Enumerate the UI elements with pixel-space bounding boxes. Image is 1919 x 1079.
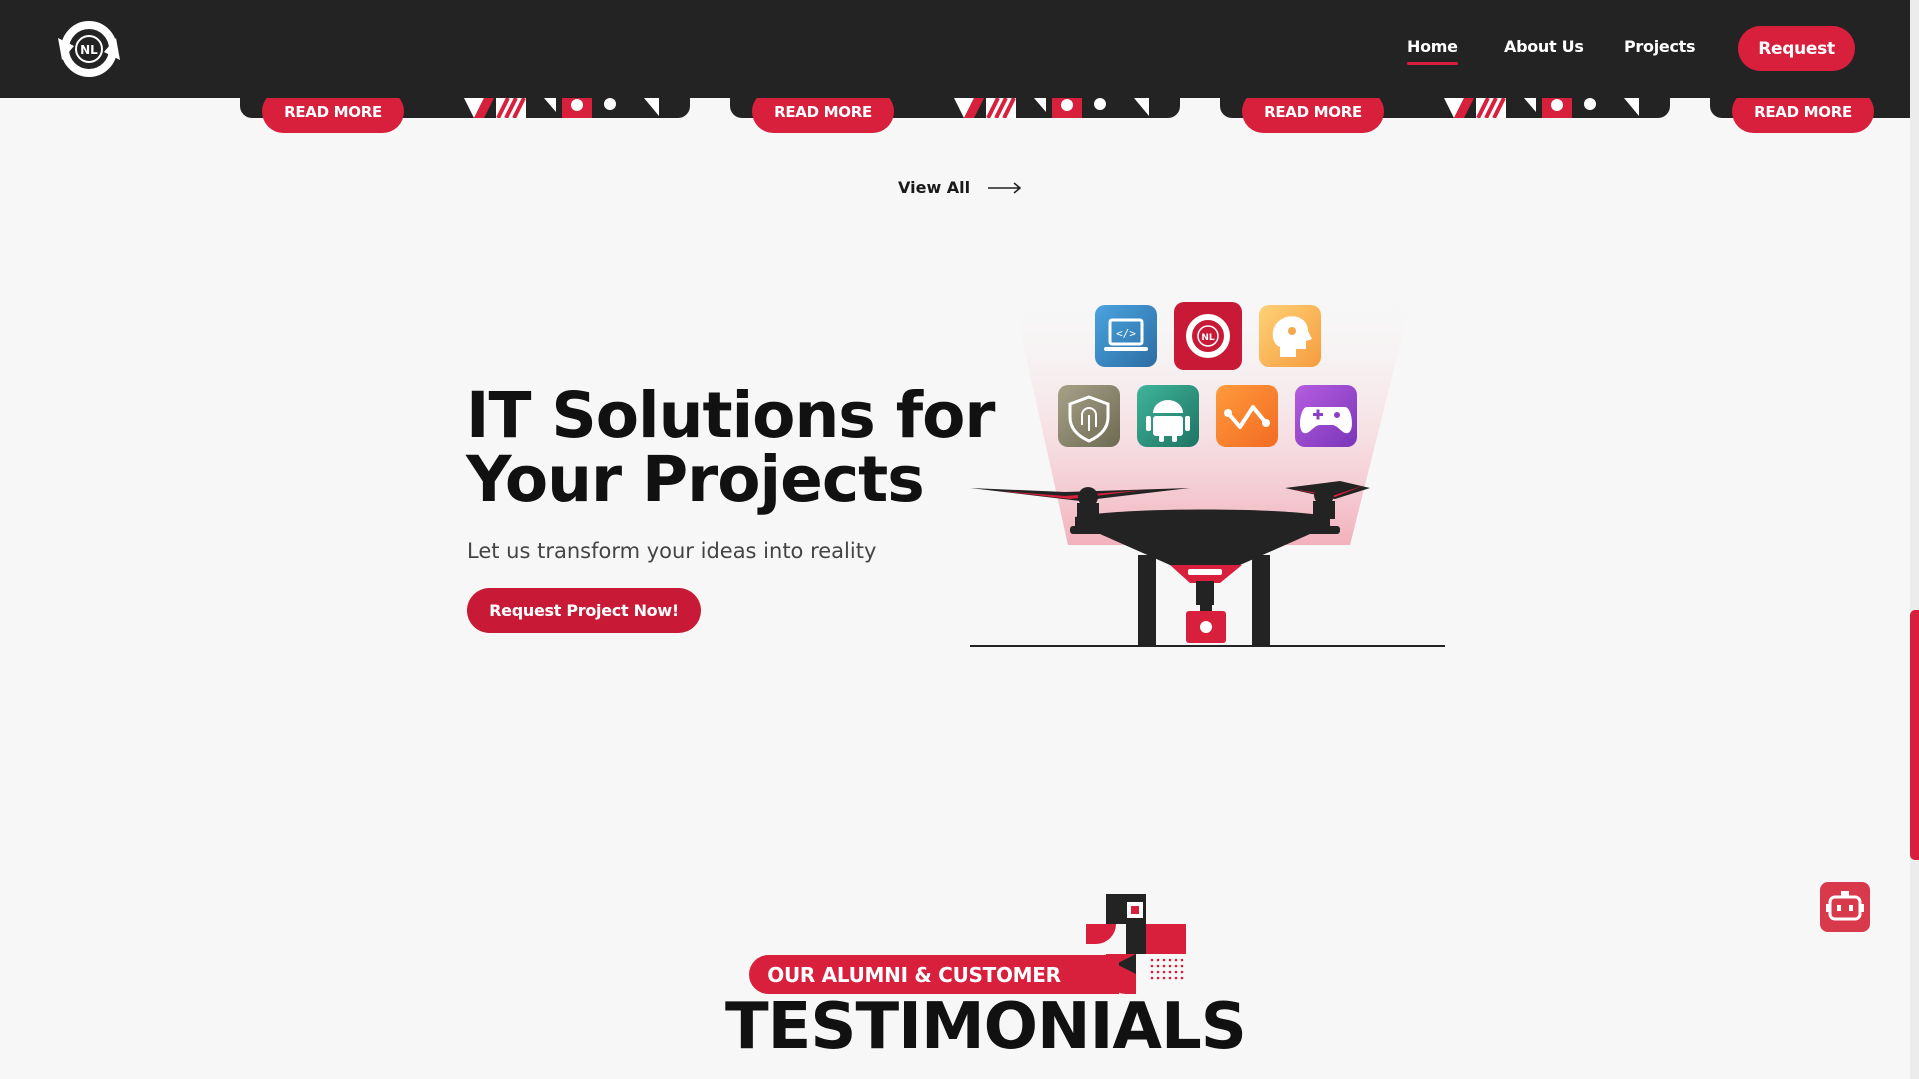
drone-illustration: </> NL xyxy=(970,285,1445,647)
hero-subtitle: Let us transform your ideas into reality xyxy=(467,539,877,563)
gamepad-icon xyxy=(1295,385,1357,447)
nl-logo-icon: NL xyxy=(1174,302,1242,370)
card-pattern-1 xyxy=(464,98,659,118)
testimonials-title: TESTIMONIALS xyxy=(725,990,1247,1064)
code-laptop-icon: </> xyxy=(1095,305,1157,367)
navbar: NL Home About Us Projects Request xyxy=(0,0,1919,98)
hero-title-line1: IT Solutions for xyxy=(466,379,995,452)
svg-text:NL: NL xyxy=(1201,333,1215,343)
hero-title: IT Solutions for Your Projects xyxy=(466,384,1026,512)
view-all-label: View All xyxy=(898,178,971,197)
view-all-link[interactable]: View All xyxy=(898,178,1022,197)
nav-home[interactable]: Home xyxy=(1407,37,1458,65)
nav-about-us[interactable]: About Us xyxy=(1504,37,1584,56)
chatbot-button[interactable] xyxy=(1820,882,1870,932)
request-button[interactable]: Request xyxy=(1738,26,1855,71)
android-icon xyxy=(1137,385,1199,447)
page-scrollbar-thumb[interactable] xyxy=(1910,610,1919,860)
page-scrollbar[interactable] xyxy=(1910,0,1919,1079)
security-fingerprint-icon xyxy=(1058,385,1120,447)
robot-icon xyxy=(1826,891,1864,921)
testimonials-banner: OUR ALUMNI & CUSTOMER xyxy=(749,955,1119,994)
nav-projects[interactable]: Projects xyxy=(1624,37,1696,56)
card-pattern-3 xyxy=(1444,98,1639,118)
request-project-button[interactable]: Request Project Now! xyxy=(467,588,701,633)
svg-text:NL: NL xyxy=(80,43,98,57)
arrow-right-icon xyxy=(988,181,1022,194)
nl-logo[interactable]: NL xyxy=(56,18,122,80)
ai-head-icon xyxy=(1259,305,1321,367)
svg-text:</>: </> xyxy=(1116,327,1136,340)
data-analytics-icon xyxy=(1216,385,1278,447)
card-pattern-2 xyxy=(954,98,1149,118)
hero-title-line2: Your Projects xyxy=(466,443,925,516)
